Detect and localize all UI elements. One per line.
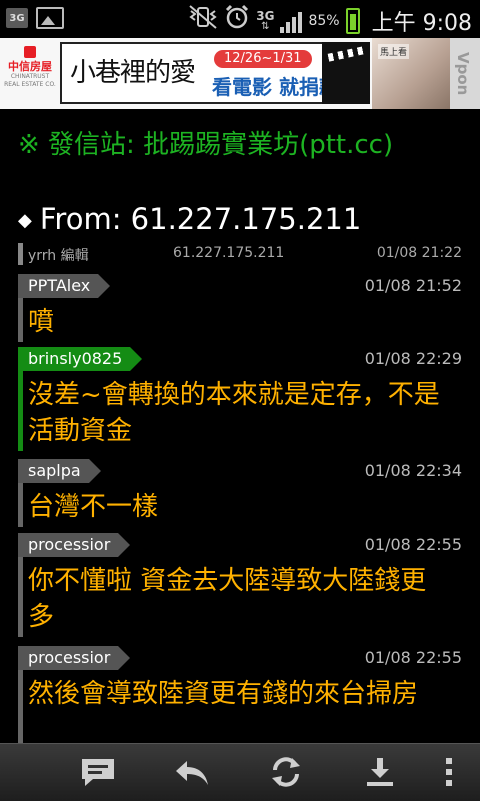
- push-comment: processior 01/08 22:55 然後會導致陸資更有錢的來台掃房: [18, 646, 464, 743]
- reply-icon: [176, 761, 208, 785]
- ad-dates: 12/26~1/31: [214, 50, 312, 68]
- push-message: 噴: [28, 307, 55, 337]
- vibrate-mute-icon: [188, 4, 218, 37]
- battery-percent: 85%: [308, 12, 340, 29]
- picture-icon: [36, 7, 64, 29]
- edit-ip: 61.227.175.211: [173, 245, 285, 261]
- push-message: 台灣不一樣: [28, 492, 159, 522]
- push-time: 01/08 22:55: [364, 648, 462, 667]
- more-icon: [446, 758, 452, 786]
- more-button[interactable]: [434, 754, 464, 790]
- edit-record: yrrh 編輯 61.227.175.211 01/08 21:22: [18, 243, 464, 265]
- push-user-tag[interactable]: brinsly0825: [18, 347, 143, 371]
- push-message: 你不懂啦 資金去大陸導致大陸錢更多: [28, 566, 427, 632]
- download-button[interactable]: [360, 754, 400, 790]
- 3g-network-icon: 3G ⇅: [256, 8, 275, 32]
- push-message: 沒差~會轉換的本來就是定存，不是活動資金: [28, 380, 440, 446]
- push-time: 01/08 22:34: [364, 461, 462, 480]
- push-user-tag[interactable]: processior: [18, 646, 131, 670]
- ad-brand-logo: 中信房屋 CHINATRUST REAL ESTATE CO.: [4, 44, 56, 102]
- reply-button[interactable]: [172, 754, 212, 790]
- push-comment: PPTAlex 01/08 21:52 噴: [18, 274, 464, 342]
- ad-title: 小巷裡的愛: [70, 58, 196, 88]
- alarm-icon: [224, 4, 250, 37]
- 3g-badge-icon: 3G: [6, 8, 28, 28]
- ad-banner[interactable]: 中信房屋 CHINATRUST REAL ESTATE CO. 小巷裡的愛 12…: [0, 38, 480, 109]
- post-from-line: ◆ From: 61.227.175.211: [18, 202, 362, 236]
- edit-time: 01/08 21:22: [376, 245, 462, 261]
- push-user-tag[interactable]: processior: [18, 533, 131, 557]
- edit-user: yrrh 編輯: [28, 248, 89, 264]
- clapperboard-icon: [322, 42, 370, 104]
- ad-slogan: 看電影 就捐款: [212, 75, 339, 99]
- push-message: 然後會導致陸資更有錢的來台掃房: [28, 679, 419, 709]
- push-comment: saplpa 01/08 22:34 台灣不一樣: [18, 459, 464, 527]
- push-user-tag[interactable]: saplpa: [18, 459, 101, 483]
- battery-icon: [345, 7, 360, 34]
- ad-photo: 馬上看: [372, 38, 450, 109]
- clock: 上午 9:08: [371, 10, 472, 36]
- diamond-icon: ◆: [18, 210, 32, 231]
- comment-button[interactable]: [78, 754, 118, 790]
- post-source-line: ※ 發信站: 批踢踢實業坊(ptt.cc): [18, 130, 394, 160]
- comment-icon: [82, 759, 114, 786]
- bottom-toolbar: [0, 743, 480, 801]
- push-time: 01/08 21:52: [364, 276, 462, 295]
- push-time: 01/08 22:29: [364, 349, 462, 368]
- push-comment: brinsly0825 01/08 22:29 沒差~會轉換的本來就是定存，不是…: [18, 347, 464, 451]
- download-icon: [367, 758, 393, 786]
- push-time: 01/08 22:55: [364, 535, 462, 554]
- refresh-icon: [272, 757, 300, 787]
- ad-network-label: Vpon: [450, 38, 480, 109]
- push-user-tag[interactable]: PPTAlex: [18, 274, 111, 298]
- refresh-button[interactable]: [266, 754, 306, 790]
- ad-creative: 小巷裡的愛 12/26~1/31 看電影 就捐款: [60, 42, 370, 104]
- push-comment: processior 01/08 22:55 你不懂啦 資金去大陸導致大陸錢更多: [18, 533, 464, 637]
- article-content[interactable]: ※ 發信站: 批踢踢實業坊(ptt.cc) ◆ From: 61.227.175.…: [0, 109, 480, 743]
- signal-icon: [280, 9, 303, 33]
- status-bar: 3G 3G ⇅ 85% 上午 9:08: [0, 0, 480, 38]
